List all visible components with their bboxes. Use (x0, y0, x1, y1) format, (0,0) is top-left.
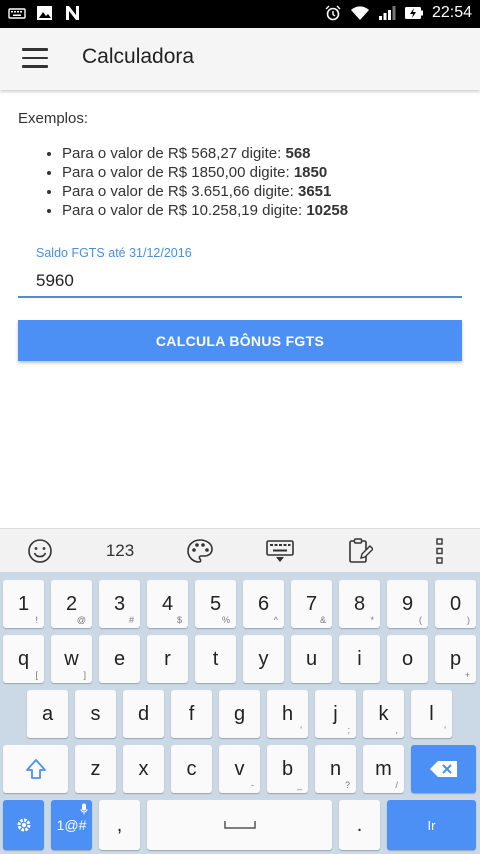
key-y[interactable]: y (243, 635, 284, 683)
key-4[interactable]: 4 $ (147, 580, 188, 628)
key-a[interactable]: a (27, 690, 68, 738)
numbers-mode-button[interactable]: 123 (100, 537, 140, 565)
key-7[interactable]: 7 & (291, 580, 332, 628)
status-left-icons (8, 5, 82, 21)
examples-title: Exemplos: (18, 110, 89, 127)
key-c[interactable]: c (171, 745, 212, 793)
app-title: Calculadora (82, 45, 195, 68)
shift-arrow-icon (25, 759, 46, 779)
key-f[interactable]: f (171, 690, 212, 738)
key-l[interactable]: l ' (411, 690, 452, 738)
example-item: Para o valor de R$ 1850,00 digite: 1850 (62, 163, 348, 182)
key-3[interactable]: 3 # (99, 580, 140, 628)
signal-icon (378, 6, 396, 20)
key-d[interactable]: d (123, 690, 164, 738)
fgts-balance-input[interactable] (18, 266, 462, 298)
main-content: Exemplos: Para o valor de R$ 568,27 digi… (0, 90, 480, 528)
key-z[interactable]: z (75, 745, 116, 793)
backspace-icon (429, 761, 457, 777)
soft-keyboard: 1! 2 @ 3 # 4 $ 5% 6 ^ 7 & 8 * 9( 0) q[ w] e r … (0, 572, 480, 854)
period-key[interactable]: . (339, 800, 380, 850)
examples-list: Para o valor de R$ 568,27 digite: 568 Pa… (44, 144, 348, 220)
key-q[interactable]: q[ (3, 635, 44, 683)
status-bar: 22:54 (0, 0, 480, 28)
status-time: 22:54 (431, 4, 472, 21)
key-n[interactable]: n? (315, 745, 356, 793)
key-1[interactable]: 1! (3, 580, 44, 628)
shift-key[interactable] (3, 745, 68, 793)
n-notification-icon (66, 6, 79, 20)
key-5[interactable]: 5% (195, 580, 236, 628)
example-item: Para o valor de R$ 10.258,19 digite: 102… (62, 201, 348, 220)
emoji-icon[interactable] (22, 537, 58, 565)
key-u[interactable]: u (291, 635, 332, 683)
key-w[interactable]: w] (51, 635, 92, 683)
key-v[interactable]: v- (219, 745, 260, 793)
key-x[interactable]: x (123, 745, 164, 793)
key-t[interactable]: t (195, 635, 236, 683)
gear-icon (17, 818, 30, 832)
settings-key[interactable] (3, 800, 44, 850)
key-2[interactable]: 2 @ (51, 580, 92, 628)
key-6[interactable]: 6 ^ (243, 580, 284, 628)
image-notification-icon (37, 6, 52, 20)
keyboard-hide-icon[interactable] (262, 537, 298, 565)
key-e[interactable]: e (99, 635, 140, 683)
more-options-icon[interactable] (422, 537, 458, 565)
key-8[interactable]: 8 * (339, 580, 380, 628)
space-key[interactable] (147, 800, 332, 850)
status-right-icons: 22:54 (324, 4, 472, 22)
fgts-balance-label: Saldo FGTS até 31/12/2016 (36, 246, 192, 260)
key-k[interactable]: k, (363, 690, 404, 738)
example-item: Para o valor de R$ 3.651,66 digite: 3651 (62, 182, 348, 201)
key-i[interactable]: i (339, 635, 380, 683)
key-r[interactable]: r (147, 635, 188, 683)
wifi-icon (350, 6, 369, 20)
app-bar: Calculadora (0, 28, 480, 90)
keyboard-notification-icon (8, 8, 26, 19)
key-j[interactable]: j; (315, 690, 356, 738)
palette-icon[interactable] (182, 537, 218, 565)
key-0[interactable]: 0) (435, 580, 476, 628)
battery-charging-icon (404, 7, 423, 19)
keyboard-toolbar: 123 (0, 528, 480, 573)
hamburger-menu-icon[interactable] (22, 48, 48, 70)
key-m[interactable]: m / (363, 745, 404, 793)
key-b[interactable]: b _ (267, 745, 308, 793)
key-o[interactable]: o (387, 635, 428, 683)
microphone-icon (80, 803, 88, 815)
example-item: Para o valor de R$ 568,27 digite: 568 (62, 144, 348, 163)
key-p[interactable]: p + (435, 635, 476, 683)
key-s[interactable]: s (75, 690, 116, 738)
comma-key[interactable]: , (99, 800, 140, 850)
go-action-key[interactable]: Ir (387, 800, 476, 850)
backspace-key[interactable] (411, 745, 476, 793)
calculate-bonus-button[interactable]: CALCULA BÔNUS FGTS (18, 320, 462, 361)
key-h[interactable]: h ' (267, 690, 308, 738)
clipboard-edit-icon[interactable] (342, 537, 378, 565)
space-bar-icon (223, 821, 256, 829)
key-9[interactable]: 9( (387, 580, 428, 628)
key-g[interactable]: g (219, 690, 260, 738)
alarm-icon (325, 5, 341, 21)
symbols-key[interactable]: 1@# (51, 800, 92, 850)
